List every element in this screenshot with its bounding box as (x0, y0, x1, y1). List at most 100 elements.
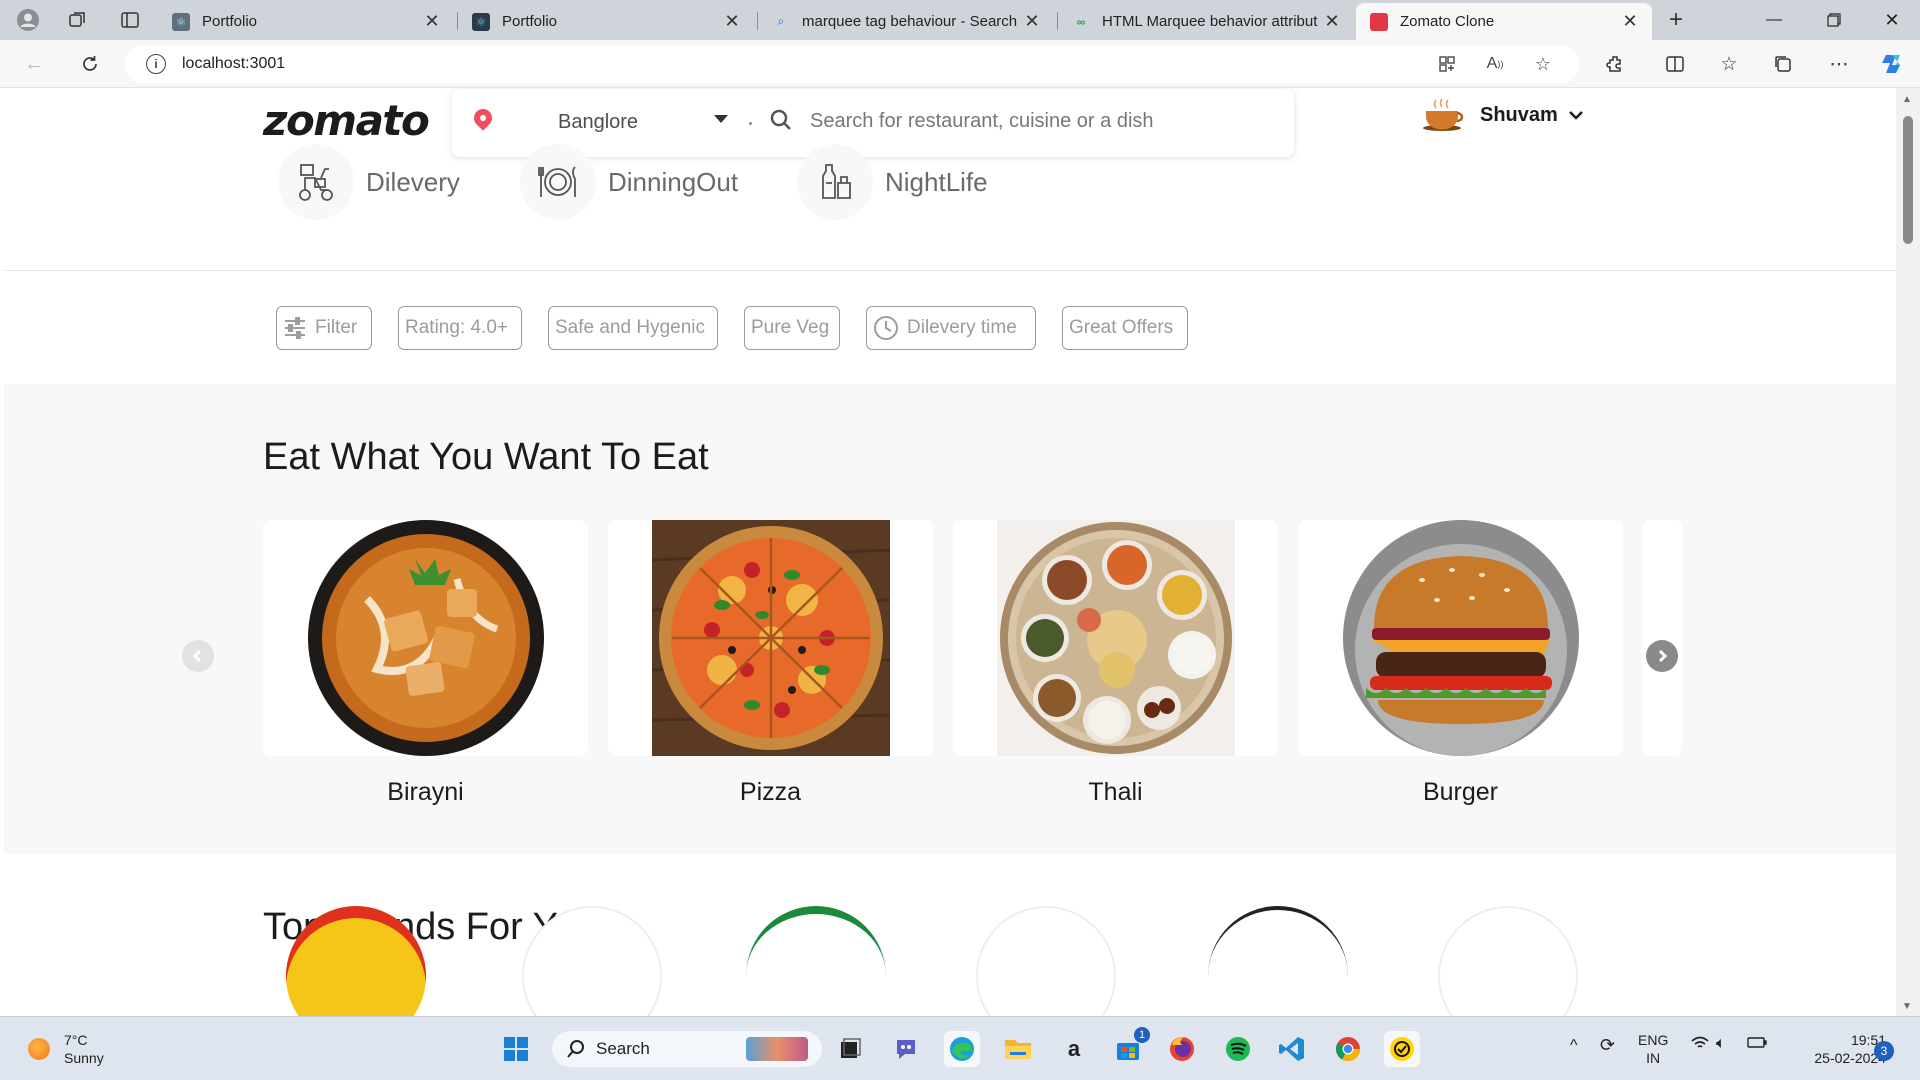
back-icon[interactable]: ← (18, 48, 50, 80)
caret-down-icon[interactable] (714, 115, 728, 123)
language-indicator[interactable]: ENG IN (1638, 1031, 1668, 1067)
category-label[interactable]: Dilevery (366, 167, 460, 198)
microsoft-store-icon[interactable]: 1 (1110, 1027, 1150, 1067)
page-viewport: zomato Banglore Search for restaurant, c… (4, 88, 1896, 1016)
filter-chip-filter[interactable]: Filter (276, 306, 372, 350)
address-bar: ← i localhost:3001 A)) ☆ ☆ ⋯ (0, 40, 1920, 88)
close-icon[interactable]: ✕ (1322, 11, 1342, 32)
close-icon[interactable]: ✕ (422, 11, 442, 32)
tab-portfolio-2[interactable]: ⚛ Portfolio ✕ (458, 3, 754, 40)
chip-label: Safe and Hygenic (555, 317, 705, 338)
weather-widget[interactable]: 7°C Sunny (28, 1031, 104, 1067)
filter-chip-safe-hygienic[interactable]: Safe and Hygenic (548, 306, 718, 350)
split-screen-icon[interactable] (1658, 48, 1692, 80)
carousel-prev-button[interactable] (182, 640, 214, 672)
food-label[interactable]: Thali (953, 778, 1278, 807)
norton-icon[interactable] (1384, 1031, 1420, 1067)
zomato-logo[interactable]: zomato (263, 96, 430, 145)
close-icon[interactable]: ✕ (1620, 11, 1640, 32)
category-delivery[interactable]: Dilevery (278, 144, 460, 220)
search-input[interactable]: Search for restaurant, cuisine or a dish (810, 110, 1154, 133)
chevron-down-icon[interactable] (1566, 105, 1586, 125)
notification-badge[interactable]: 3 (1874, 1041, 1894, 1061)
app-available-icon[interactable] (1432, 45, 1462, 83)
minimize-icon[interactable]: — (1746, 0, 1802, 40)
close-icon[interactable]: ✕ (722, 11, 742, 32)
vscode-icon[interactable] (1274, 1031, 1310, 1067)
sync-icon[interactable]: ⟳ (1600, 1035, 1615, 1056)
food-card-partial[interactable] (1642, 520, 1682, 756)
url-field[interactable]: i localhost:3001 A)) ☆ (124, 45, 1580, 83)
tab-marquee-search[interactable]: ⌕ marquee tag behaviour - Search ✕ (758, 3, 1054, 40)
profile-icon[interactable] (14, 6, 42, 34)
url-text[interactable]: localhost:3001 (182, 55, 285, 73)
header-divider (4, 270, 1896, 271)
tab-html-marquee[interactable]: ∞ HTML Marquee behavior attribut ✕ (1058, 3, 1354, 40)
wifi-icon[interactable] (1690, 1035, 1710, 1054)
chip-label: Pure Veg (751, 317, 830, 338)
favorites-icon[interactable]: ☆ (1712, 48, 1746, 80)
workspaces-icon[interactable] (64, 6, 92, 34)
food-card-biryani[interactable] (263, 520, 588, 756)
copilot-icon[interactable] (1876, 48, 1910, 80)
windows-start-icon[interactable] (498, 1031, 534, 1067)
new-tab-icon[interactable]: + (1662, 6, 1690, 34)
taskbar-search[interactable]: Search (552, 1031, 822, 1067)
amazon-icon[interactable]: a (1056, 1031, 1092, 1067)
category-dining-out[interactable]: DinningOut (520, 144, 738, 220)
scroll-thumb[interactable] (1903, 116, 1913, 244)
filter-chip-rating[interactable]: Rating: 4.0+ (398, 306, 522, 350)
chrome-icon[interactable] (1330, 1031, 1366, 1067)
tab-zomato-clone[interactable]: Zomato Clone ✕ (1356, 3, 1652, 40)
browser-tab-bar: ⚛ Portfolio ✕ ⚛ Portfolio ✕ ⌕ marquee ta… (0, 0, 1920, 40)
location-select[interactable]: Banglore (558, 111, 638, 134)
w3-favicon-icon: ∞ (1076, 14, 1086, 29)
site-info-icon[interactable]: i (146, 54, 166, 74)
edge-browser-icon[interactable] (944, 1031, 980, 1067)
filter-chip-pure-veg[interactable]: Pure Veg (744, 306, 840, 350)
store-badge: 1 (1134, 1027, 1150, 1043)
extensions-icon[interactable] (1598, 48, 1632, 80)
file-explorer-icon[interactable] (1000, 1031, 1036, 1067)
food-card-burger[interactable] (1298, 520, 1623, 756)
refresh-icon[interactable] (74, 48, 106, 80)
read-aloud-icon[interactable]: A)) (1480, 45, 1510, 83)
burger-image (1342, 520, 1579, 756)
food-label[interactable]: Burger (1298, 778, 1623, 807)
page-scrollbar[interactable]: ▲ ▼ (1896, 88, 1920, 1016)
tab-actions-icon[interactable] (116, 6, 144, 34)
zomato-favicon-icon (1370, 12, 1388, 31)
battery-icon[interactable] (1746, 1035, 1768, 1052)
category-nightlife[interactable]: NightLife (797, 144, 988, 220)
chevron-left-icon (192, 649, 202, 663)
firefox-icon[interactable] (1164, 1031, 1200, 1067)
close-icon[interactable]: ✕ (1022, 11, 1042, 32)
volume-icon[interactable]: 🔈︎ (1716, 1035, 1726, 1053)
food-label[interactable]: Pizza (608, 778, 933, 807)
tab-portfolio-1[interactable]: ⚛ Portfolio ✕ (158, 3, 454, 40)
food-card-thali[interactable] (953, 520, 1278, 756)
filter-chip-delivery-time[interactable]: Dilevery time (866, 306, 1036, 350)
scroll-down-icon[interactable]: ▼ (1902, 1001, 1912, 1012)
more-menu-icon[interactable]: ⋯ (1822, 48, 1856, 80)
restore-icon[interactable] (1806, 0, 1862, 40)
scroll-up-icon[interactable]: ▲ (1902, 94, 1912, 105)
system-clock[interactable]: 19:51 25-02-2024 (1786, 1031, 1886, 1067)
food-label[interactable]: Birayni (263, 778, 588, 807)
favorite-star-icon[interactable]: ☆ (1528, 45, 1558, 83)
tray-chevron-icon[interactable]: ^ (1570, 1037, 1578, 1055)
spotify-icon[interactable] (1220, 1031, 1256, 1067)
user-name[interactable]: Shuvam (1480, 104, 1558, 127)
close-window-icon[interactable]: ✕ (1864, 0, 1920, 40)
filter-chip-great-offers[interactable]: Great Offers (1062, 306, 1188, 350)
category-label[interactable]: DinningOut (608, 167, 738, 198)
collections-icon[interactable] (1766, 48, 1800, 80)
carousel-next-button[interactable] (1646, 640, 1678, 672)
food-card-pizza[interactable] (608, 520, 933, 756)
task-view-icon[interactable] (832, 1031, 868, 1067)
user-menu[interactable]: Shuvam (1422, 98, 1586, 132)
dining-icon (520, 144, 596, 220)
search-favicon-icon: ⌕ (777, 14, 785, 28)
category-label[interactable]: NightLife (885, 167, 988, 198)
teams-chat-icon[interactable] (888, 1031, 924, 1067)
